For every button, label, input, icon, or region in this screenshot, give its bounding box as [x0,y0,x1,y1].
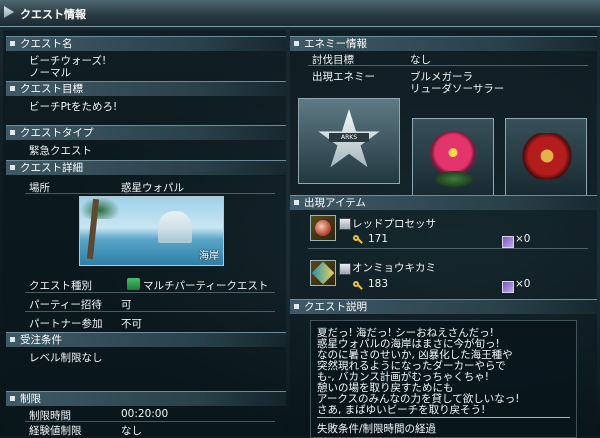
objective-value: ビーチPtをためろ! [29,101,118,113]
onmyou-kikami-icon[interactable] [310,260,336,286]
section-header-enemy: エネミー情報 [290,36,597,51]
area-thumbnail: 海岸 [79,196,224,266]
section-header-conditions: 受注条件 [6,332,286,347]
section-header-quest-type: クエストタイプ [6,125,286,140]
item-count-1: 171 [368,233,389,245]
partner-join-value: 不可 [121,318,142,330]
divider [317,417,570,418]
window-title-bar[interactable]: クエスト情報 [0,0,600,27]
time-limit-value: 00:20:00 [121,408,169,420]
divider [308,248,588,249]
item-count-2: 183 [368,278,389,290]
quest-info-left-panel: クエスト名 ビーチウォーズ! ノーマル クエスト目標 ビーチPtをためろ! クエ… [3,30,286,437]
divider [25,292,275,293]
quest-kind-value: マルチパーティークエスト [143,280,269,292]
key-icon [353,235,363,245]
fail-condition: 失敗条件/制限時間の経過 [317,423,437,435]
divider [25,311,275,312]
quest-kind-label: クエスト種別 [29,280,92,292]
section-header-limits: 制限 [6,391,286,406]
appear-enemy-2: リューダソーサラー [410,83,505,95]
owned-icon [502,281,514,293]
party-invite-label: パーティー招待 [29,299,102,311]
item-name-1: レッドプロセッサ [352,218,436,230]
section-header-objective: クエスト目標 [6,81,286,96]
conditions-value: レベル制限なし [29,352,103,364]
appear-enemy-label: 出現エネミー [312,71,375,83]
divider [308,65,588,66]
quest-difficulty: ノーマル [29,67,71,79]
section-header-items: 出現アイテム [290,195,597,210]
arks-emblem-frame[interactable]: ARKS [298,98,400,184]
enemy-portrait-flower[interactable] [412,118,494,196]
area-caption: 海岸 [199,251,219,262]
palm-leaves [80,197,120,219]
arks-emblem-label: ARKS [329,133,369,142]
item-owned-2: ×0 [515,278,531,290]
item-owned-1: ×0 [515,233,531,245]
flower-monster-body [435,171,473,187]
description-line: さあ, まばゆいビーチを取り戻そう! [317,404,486,416]
party-invite-value: 可 [121,299,132,311]
window-arrow-icon [4,6,14,18]
item-name-2: オンミョウキカミ [352,262,436,274]
window-title: クエスト情報 [20,8,86,21]
red-processor-icon[interactable] [310,215,336,241]
section-header-quest-name: クエスト名 [6,36,286,51]
item-category-icon [339,218,351,230]
quest-info-right-panel: エネミー情報 討伐目標 なし 出現エネミー ブルメガーラ リューダソーサラー A… [290,30,597,438]
item-category-icon [339,263,351,275]
quest-type-value: 緊急クエスト [29,145,92,157]
multi-party-icon [127,278,140,290]
divider [25,421,275,422]
key-icon [353,281,363,291]
crab-monster-icon [522,133,572,179]
enemy-portrait-crab[interactable] [505,118,587,196]
description-box: 夏だっ! 海だっ! シーおねえさんだっ! 惑星ウォパルの海岸はまさに今が旬っ! … [310,320,577,438]
partner-join-label: パートナー参加 [29,318,103,330]
section-header-details: クエスト詳細 [6,160,286,175]
owned-icon [502,236,514,248]
section-header-description: クエスト説明 [290,299,597,314]
tower-structure [158,211,192,243]
divider [25,193,275,194]
